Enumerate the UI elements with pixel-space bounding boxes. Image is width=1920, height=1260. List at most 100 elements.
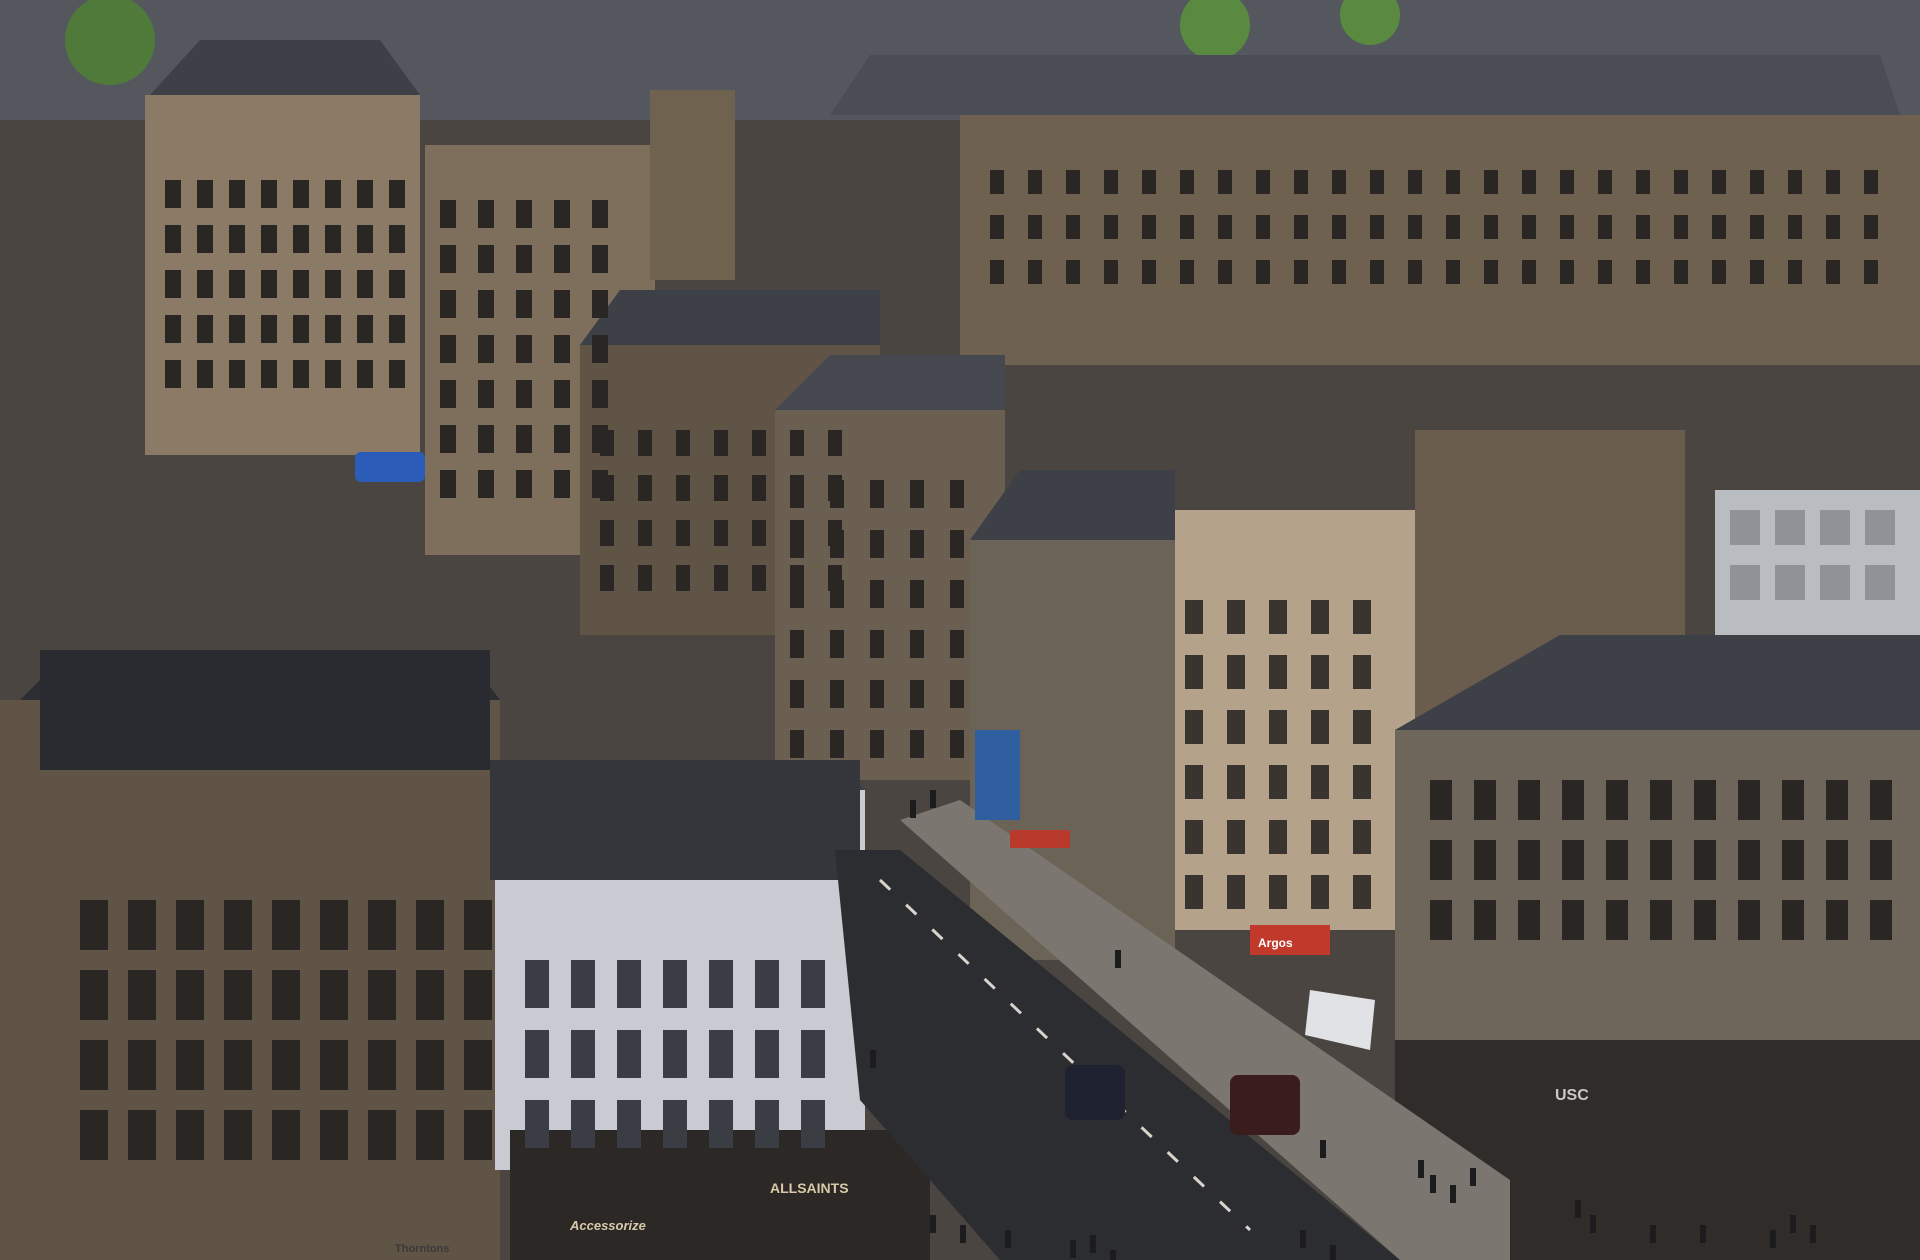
- window: [638, 475, 652, 501]
- pedestrian: [870, 1050, 876, 1068]
- window: [870, 580, 884, 608]
- window: [525, 1100, 549, 1148]
- window: [1484, 215, 1498, 239]
- window: [1484, 260, 1498, 284]
- window: [1227, 875, 1245, 909]
- window: [870, 530, 884, 558]
- window: [1142, 260, 1156, 284]
- window: [224, 1040, 252, 1090]
- window: [1311, 875, 1329, 909]
- window: [272, 1110, 300, 1160]
- window: [1446, 170, 1460, 194]
- window: [600, 430, 614, 456]
- window: [357, 225, 373, 253]
- window: [224, 1110, 252, 1160]
- window: [1227, 710, 1245, 744]
- window: [714, 565, 728, 591]
- window: [229, 360, 245, 388]
- window: [478, 425, 494, 453]
- window: [1142, 170, 1156, 194]
- window: [1066, 215, 1080, 239]
- window: [1674, 215, 1688, 239]
- window: [830, 480, 844, 508]
- window: [1650, 840, 1672, 880]
- building-left-foreground: [0, 650, 500, 1260]
- window: [1227, 765, 1245, 799]
- window: [950, 580, 964, 608]
- window: [320, 1040, 348, 1090]
- window: [1180, 170, 1194, 194]
- pedestrian: [1300, 1230, 1306, 1248]
- window: [1484, 170, 1498, 194]
- window: [676, 520, 690, 546]
- window: [272, 1040, 300, 1090]
- window: [176, 900, 204, 950]
- window: [1712, 170, 1726, 194]
- window: [1408, 170, 1422, 194]
- window: [128, 1110, 156, 1160]
- window: [516, 200, 532, 228]
- window: [1522, 260, 1536, 284]
- window: [1332, 215, 1346, 239]
- window: [554, 290, 570, 318]
- window: [80, 1040, 108, 1090]
- window: [261, 225, 277, 253]
- window: [1104, 215, 1118, 239]
- window: [464, 900, 492, 950]
- window: [910, 680, 924, 708]
- sign-thorntons: Thorntons: [395, 1243, 449, 1255]
- window: [389, 180, 405, 208]
- window: [1775, 510, 1805, 545]
- window: [1269, 655, 1287, 689]
- window: [638, 565, 652, 591]
- window: [752, 475, 766, 501]
- window: [592, 290, 608, 318]
- window: [1446, 215, 1460, 239]
- window: [600, 475, 614, 501]
- window: [478, 380, 494, 408]
- window: [1256, 170, 1270, 194]
- window: [617, 1030, 641, 1078]
- window: [1185, 710, 1203, 744]
- car-dark: [1065, 1065, 1125, 1120]
- window: [272, 900, 300, 950]
- sign-usc: USC: [1555, 1087, 1589, 1104]
- window: [1782, 780, 1804, 820]
- window: [1446, 260, 1460, 284]
- window: [1353, 600, 1371, 634]
- window: [870, 480, 884, 508]
- pedestrian: [1575, 1200, 1581, 1218]
- window: [600, 520, 614, 546]
- window: [197, 270, 213, 298]
- window: [801, 960, 825, 1008]
- pedestrian: [910, 800, 916, 818]
- window: [440, 245, 456, 273]
- window: [197, 225, 213, 253]
- window: [752, 565, 766, 591]
- window: [752, 520, 766, 546]
- pedestrian: [1005, 1230, 1011, 1248]
- window: [80, 1110, 108, 1160]
- window: [1269, 765, 1287, 799]
- window: [229, 180, 245, 208]
- window: [592, 335, 608, 363]
- window: [320, 900, 348, 950]
- pedestrian: [1110, 1250, 1116, 1260]
- window: [176, 970, 204, 1020]
- pedestrian: [1320, 1140, 1326, 1158]
- window: [229, 225, 245, 253]
- window: [1870, 840, 1892, 880]
- window: [1826, 215, 1840, 239]
- window: [755, 960, 779, 1008]
- window: [1269, 820, 1287, 854]
- window: [1826, 780, 1848, 820]
- window: [389, 315, 405, 343]
- window: [1185, 820, 1203, 854]
- window: [478, 470, 494, 498]
- window: [790, 530, 804, 558]
- window: [272, 970, 300, 1020]
- window: [1826, 170, 1840, 194]
- window: [663, 1030, 687, 1078]
- window: [416, 970, 444, 1020]
- window: [1636, 260, 1650, 284]
